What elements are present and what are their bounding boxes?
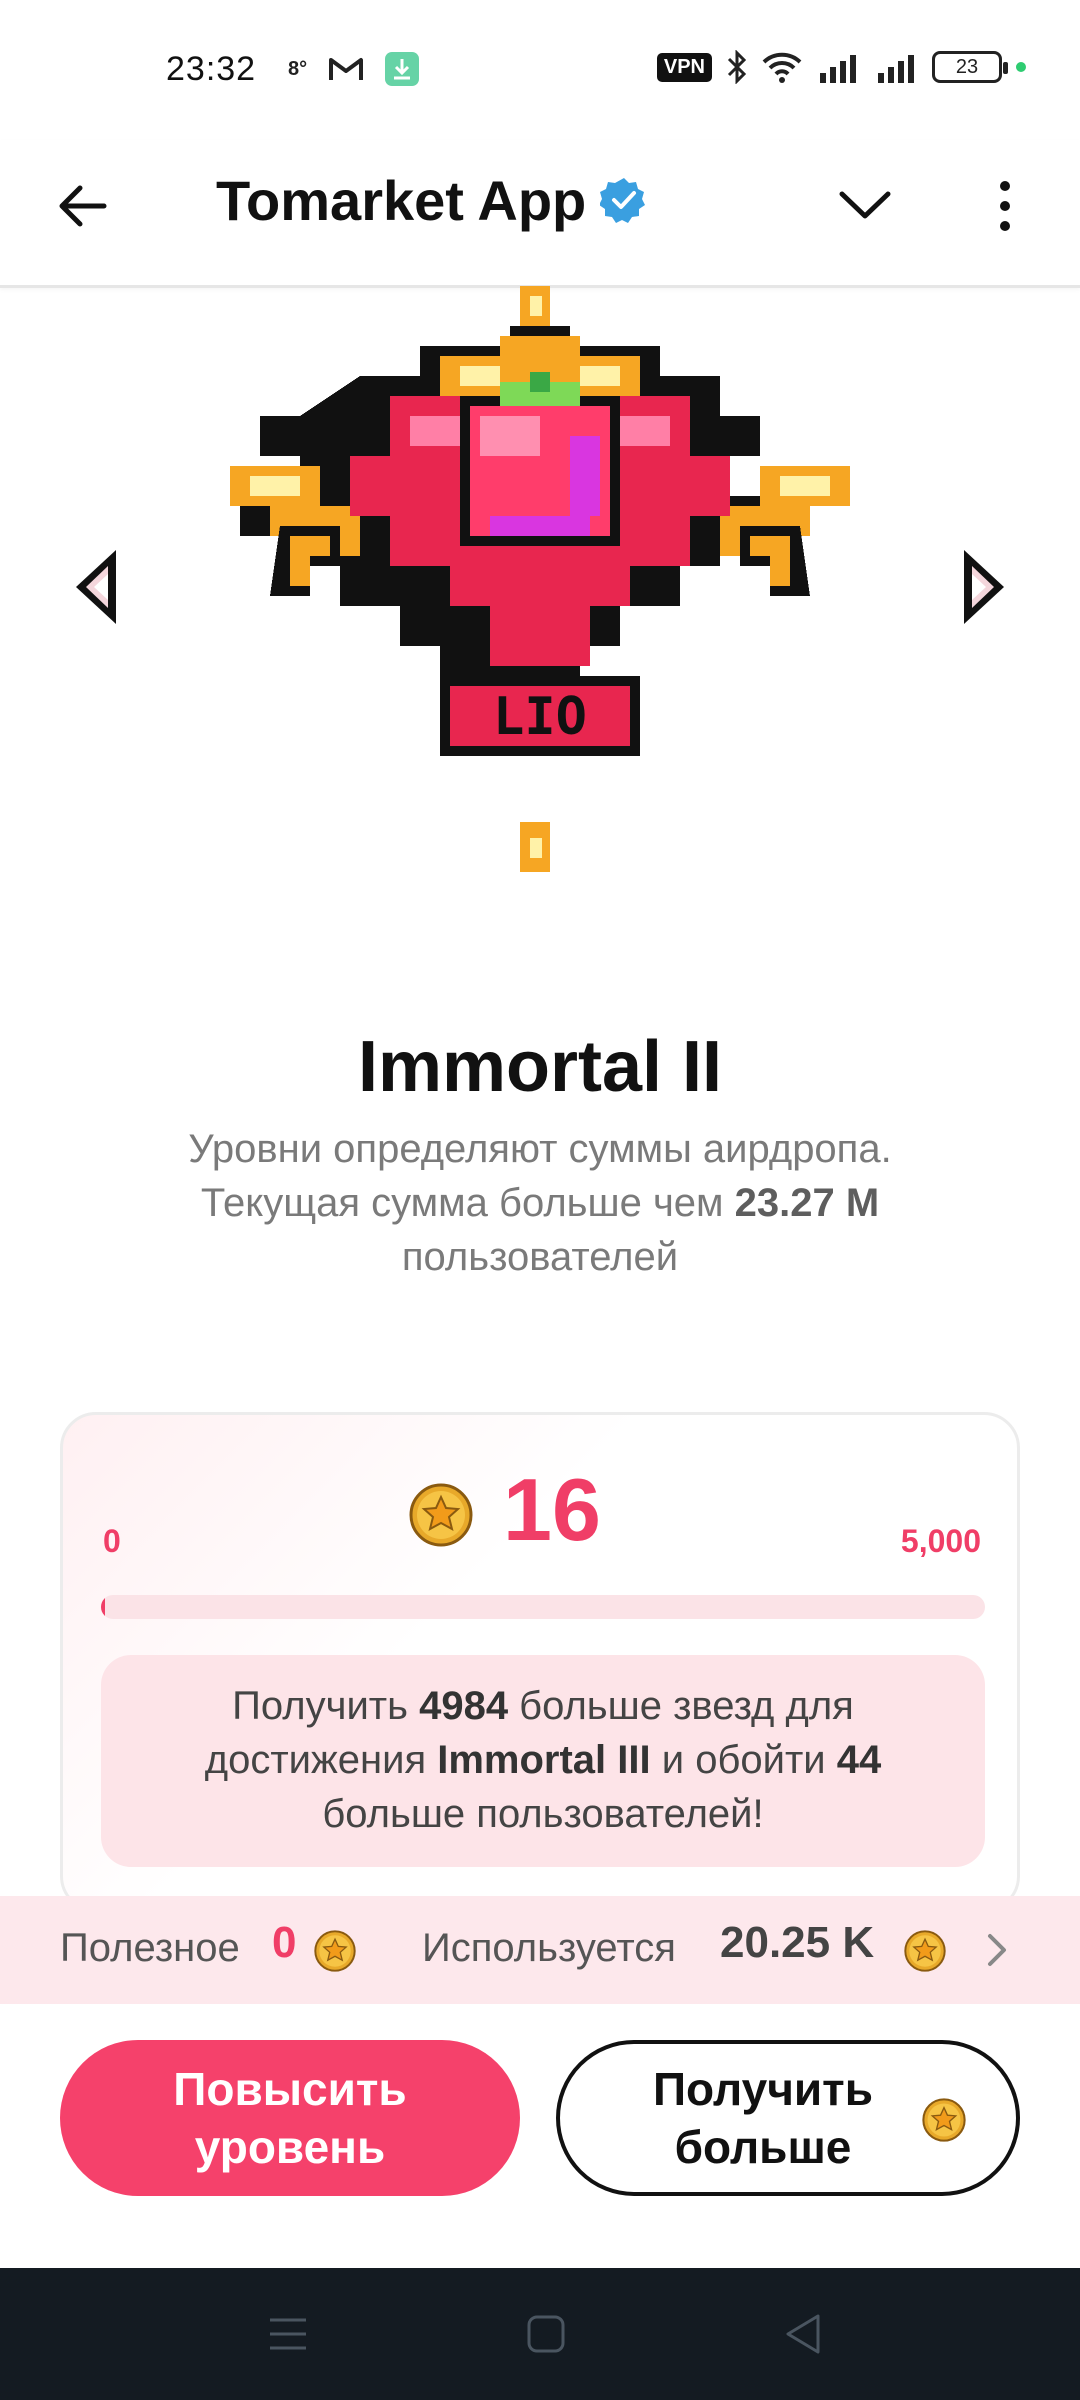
status-bar: 23:32 8° VPN 23	[0, 0, 1080, 140]
upgrade-level-button[interactable]: Повысить уровень	[60, 2040, 520, 2196]
rank-desc-prefix: Текущая сумма больше чем	[200, 1181, 735, 1225]
progress-max: 5,000	[900, 1523, 981, 1559]
wifi-icon	[762, 52, 802, 83]
app-title: Tomarket App	[216, 169, 587, 232]
rank-description: Уровни определяют суммы аирдропа. Текуща…	[140, 1122, 940, 1284]
progress-card: 16 0 5,000 Получить 4984 больше звезд дл…	[60, 1412, 1020, 1912]
system-navigation-bar	[0, 2268, 1080, 2400]
msg-next-rank: Immortal III	[437, 1738, 651, 1782]
next-rank-icon[interactable]	[958, 546, 1010, 628]
badge-label: LIO	[493, 687, 587, 747]
menu-icon[interactable]	[266, 2312, 310, 2356]
rank-users-count: 23.27 M	[734, 1181, 880, 1225]
msg-text: больше пользователей!	[322, 1792, 764, 1836]
status-time: 23:32	[166, 50, 257, 88]
bluetooth-icon	[727, 50, 747, 84]
star-coin-icon	[904, 1930, 946, 1972]
progress-message: Получить 4984 больше звезд для достижени…	[101, 1655, 985, 1867]
get-more-button[interactable]: Получить больше	[556, 2040, 1020, 2196]
msg-text: и обойти	[650, 1738, 837, 1782]
chevron-right-icon[interactable]	[986, 1932, 1008, 1968]
rank-desc-line1: Уровни определяют суммы аирдропа.	[188, 1127, 892, 1171]
msg-text: Получить	[232, 1684, 420, 1728]
progress-bar	[101, 1595, 985, 1619]
app-header: Tomarket App	[0, 140, 1080, 288]
rank-desc-suffix: пользователей	[401, 1235, 679, 1279]
star-coin-icon	[314, 1930, 356, 1972]
used-label: Используется	[422, 1926, 676, 1970]
progress-bar-fill	[101, 1595, 105, 1619]
privacy-indicator-icon	[1016, 62, 1026, 72]
stars-count: 16	[503, 1460, 601, 1559]
msg-users-count: 44	[836, 1738, 882, 1782]
useful-label: Полезное	[60, 1926, 240, 1970]
gmail-icon	[329, 58, 364, 80]
star-coin-icon	[409, 1483, 473, 1547]
used-value: 20.25 K	[720, 1918, 875, 1967]
prev-rank-icon[interactable]	[70, 546, 122, 628]
msg-stars-needed: 4984	[419, 1684, 509, 1728]
verified-badge-icon	[600, 178, 645, 223]
back-arrow-icon[interactable]	[52, 176, 112, 236]
home-icon[interactable]	[524, 2312, 568, 2356]
progress-min: 0	[103, 1523, 121, 1559]
useful-value: 0	[272, 1918, 297, 1967]
status-notification-icons: 8°	[288, 52, 420, 86]
signal-icon-2	[878, 55, 914, 83]
battery-icon: 23	[932, 51, 1008, 83]
get-more-label: Получить больше	[652, 2063, 873, 2173]
chevron-down-icon[interactable]	[836, 184, 894, 224]
status-system-icons: VPN 23	[656, 50, 1026, 84]
more-options-icon[interactable]	[990, 176, 1020, 236]
star-coin-icon	[922, 2098, 966, 2142]
download-icon	[385, 52, 420, 86]
rank-badge-image: LIO	[230, 286, 850, 872]
temperature-icon: 8°	[288, 57, 308, 80]
rank-title: Immortal II	[357, 1027, 723, 1107]
signal-icon	[820, 55, 856, 83]
stars-info-strip[interactable]: Полезное 0 Используется 20.25 K	[0, 1896, 1080, 2004]
back-icon[interactable]	[782, 2312, 826, 2356]
vpn-icon: VPN	[656, 52, 712, 82]
